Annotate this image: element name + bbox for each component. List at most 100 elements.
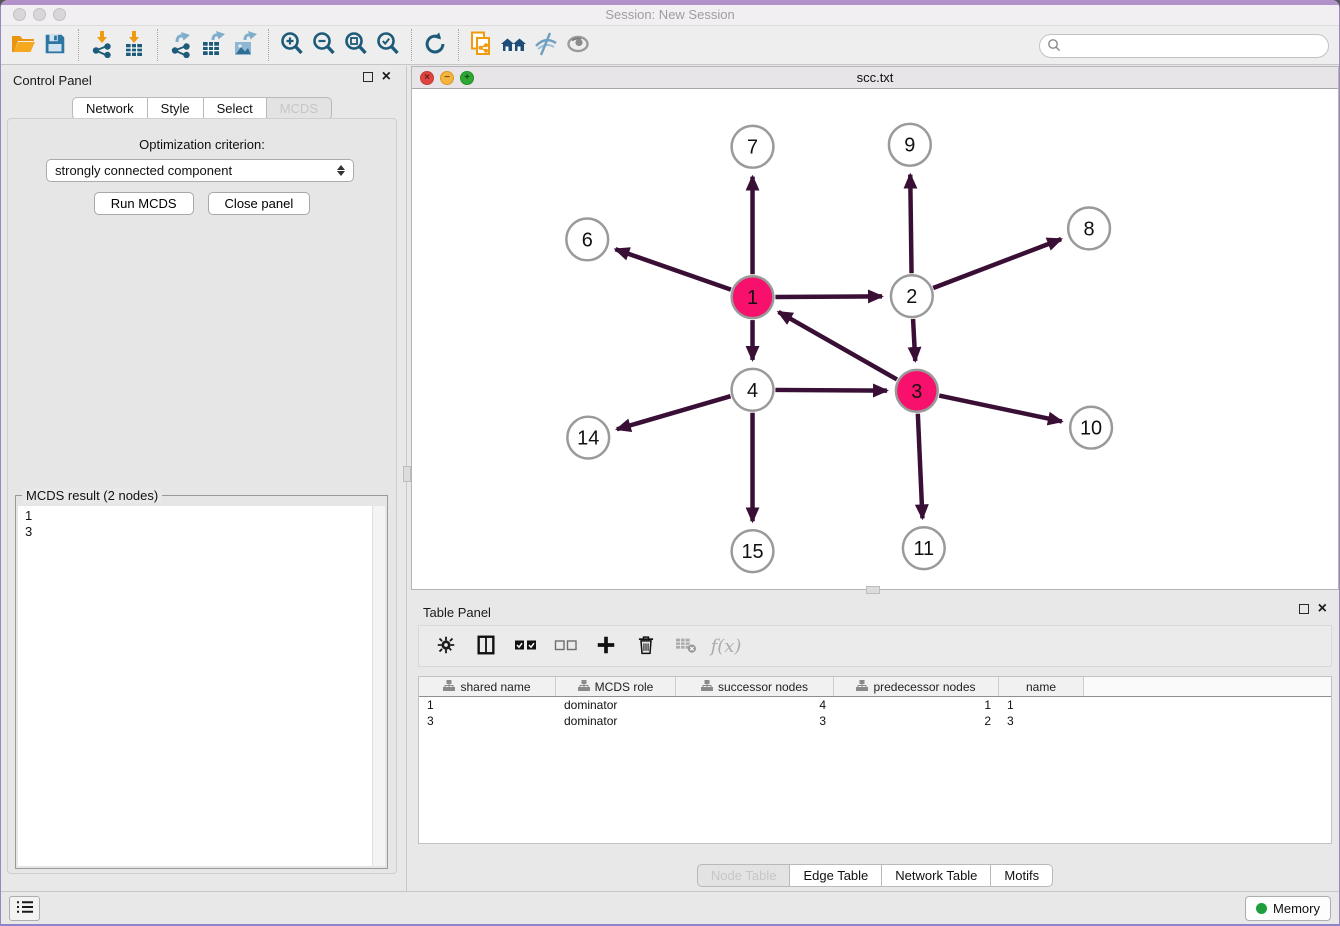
network-maximize-button[interactable]: + xyxy=(460,71,474,85)
tab-edge-table[interactable]: Edge Table xyxy=(790,864,882,887)
table-cell[interactable]: 1 xyxy=(834,697,999,713)
graph-node-8[interactable]: 8 xyxy=(1068,208,1110,250)
clone-network-button[interactable] xyxy=(466,29,498,61)
graph-edge-3-1[interactable] xyxy=(778,312,896,379)
optimization-criterion-select[interactable]: strongly connected component xyxy=(46,159,354,182)
graph-node-2[interactable]: 2 xyxy=(891,275,933,317)
graph-edge-2-3[interactable] xyxy=(913,319,915,361)
float-panel-icon[interactable] xyxy=(363,72,373,82)
splitter-grip[interactable] xyxy=(403,466,411,482)
tab-style[interactable]: Style xyxy=(148,97,204,120)
table-cell[interactable]: dominator xyxy=(556,697,676,713)
mcds-result-line[interactable]: 1 xyxy=(18,506,385,524)
function-builder-button[interactable]: f(x) xyxy=(711,631,741,661)
graph-node-15[interactable]: 15 xyxy=(732,530,774,572)
graph-node-7[interactable]: 7 xyxy=(732,126,774,168)
column-header-name[interactable]: name xyxy=(999,677,1084,696)
export-table-button[interactable] xyxy=(197,29,229,61)
zoom-selected-button[interactable] xyxy=(372,29,404,61)
refresh-button[interactable] xyxy=(419,29,451,61)
network-window-titlebar[interactable]: × − + scc.txt xyxy=(412,67,1338,89)
graph-edge-1-6[interactable] xyxy=(615,249,730,289)
add-row-button[interactable] xyxy=(591,631,621,661)
horizontal-splitter[interactable] xyxy=(411,590,1339,598)
graph-edge-4-14[interactable] xyxy=(617,396,731,429)
tab-network-table[interactable]: Network Table xyxy=(882,864,991,887)
save-session-button[interactable] xyxy=(39,29,71,61)
close-panel-icon[interactable]: × xyxy=(1318,604,1327,614)
column-header-MCDS-role[interactable]: MCDS role xyxy=(556,677,676,696)
zoom-fit-button[interactable] xyxy=(340,29,372,61)
table-cell[interactable]: dominator xyxy=(556,713,676,729)
select-all-button[interactable] xyxy=(511,631,541,661)
graph-edge-4-3[interactable] xyxy=(775,390,887,391)
network-canvas[interactable]: 7 9 6 8 1 2 4 3 14 10 15 11 xyxy=(412,89,1338,589)
deselect-all-button[interactable] xyxy=(551,631,581,661)
float-panel-icon[interactable] xyxy=(1299,604,1309,614)
graph-edge-3-11[interactable] xyxy=(918,414,923,519)
task-history-button[interactable] xyxy=(9,896,40,921)
table-cell[interactable]: 3 xyxy=(419,713,556,729)
minimize-window-button[interactable] xyxy=(33,8,46,21)
close-panel-button[interactable]: Close panel xyxy=(208,192,311,215)
zoom-out-button[interactable] xyxy=(308,29,340,61)
graph-node-3[interactable]: 3 xyxy=(896,370,938,412)
tab-network[interactable]: Network xyxy=(72,97,148,120)
tab-motifs[interactable]: Motifs xyxy=(991,864,1053,887)
tab-mcds[interactable]: MCDS xyxy=(267,97,332,120)
show-panel-button[interactable] xyxy=(562,29,594,61)
mcds-result-list[interactable]: 13 xyxy=(18,506,385,866)
search-field[interactable] xyxy=(1039,34,1329,58)
graph-node-1[interactable]: 1 xyxy=(732,276,774,318)
node-table[interactable]: shared nameMCDS rolesuccessor nodesprede… xyxy=(418,676,1332,844)
splitter-grip[interactable] xyxy=(866,586,880,594)
graph-node-4[interactable]: 4 xyxy=(732,369,774,411)
graph-node-6[interactable]: 6 xyxy=(566,218,608,260)
hide-panel-button[interactable] xyxy=(530,29,562,61)
column-header-predecessor-nodes[interactable]: predecessor nodes xyxy=(834,677,999,696)
delete-table-button[interactable] xyxy=(671,631,701,661)
table-cell[interactable]: 1 xyxy=(999,697,1084,713)
table-cell[interactable]: 1 xyxy=(419,697,556,713)
tab-select[interactable]: Select xyxy=(204,97,267,120)
table-cell[interactable]: 3 xyxy=(999,713,1084,729)
reset-view-button[interactable] xyxy=(498,29,530,61)
mcds-result-line[interactable]: 3 xyxy=(18,524,385,540)
table-cell[interactable]: 2 xyxy=(834,713,999,729)
table-cell[interactable]: 4 xyxy=(676,697,834,713)
network-close-button[interactable]: × xyxy=(420,71,434,85)
graph-edge-2-9[interactable] xyxy=(910,175,911,274)
run-mcds-button[interactable]: Run MCDS xyxy=(94,192,194,215)
graph-edge-1-2[interactable] xyxy=(775,296,882,297)
close-panel-icon[interactable]: × xyxy=(382,72,391,82)
graph-edge-3-10[interactable] xyxy=(939,396,1062,422)
graph-node-10[interactable]: 10 xyxy=(1070,407,1112,449)
import-network-button[interactable] xyxy=(86,29,118,61)
graph-node-9[interactable]: 9 xyxy=(889,124,931,166)
column-header-successor-nodes[interactable]: successor nodes xyxy=(676,677,834,696)
network-minimize-button[interactable]: − xyxy=(440,71,454,85)
search-input[interactable] xyxy=(1061,37,1328,55)
vertical-splitter[interactable] xyxy=(403,66,411,891)
zoom-in-button[interactable] xyxy=(276,29,308,61)
table-settings-button[interactable] xyxy=(431,631,461,661)
import-table-button[interactable] xyxy=(118,29,150,61)
titlebar[interactable]: Session: New Session xyxy=(1,5,1339,25)
delete-rows-button[interactable] xyxy=(631,631,661,661)
table-row[interactable]: 3dominator323 xyxy=(419,713,1331,729)
open-session-button[interactable] xyxy=(7,29,39,61)
export-image-button[interactable] xyxy=(229,29,261,61)
graph-node-14[interactable]: 14 xyxy=(567,417,609,459)
memory-button[interactable]: Memory xyxy=(1245,896,1331,921)
table-row[interactable]: 1dominator411 xyxy=(419,697,1331,713)
show-columns-button[interactable] xyxy=(471,631,501,661)
result-scrollbar[interactable] xyxy=(372,506,385,866)
graph-edge-2-8[interactable] xyxy=(933,239,1061,288)
zoom-window-button[interactable] xyxy=(53,8,66,21)
column-header-shared-name[interactable]: shared name xyxy=(419,677,556,696)
close-window-button[interactable] xyxy=(13,8,26,21)
export-network-button[interactable] xyxy=(165,29,197,61)
tab-node-table[interactable]: Node Table xyxy=(697,864,791,887)
table-cell[interactable]: 3 xyxy=(676,713,834,729)
graph-node-11[interactable]: 11 xyxy=(903,527,945,569)
